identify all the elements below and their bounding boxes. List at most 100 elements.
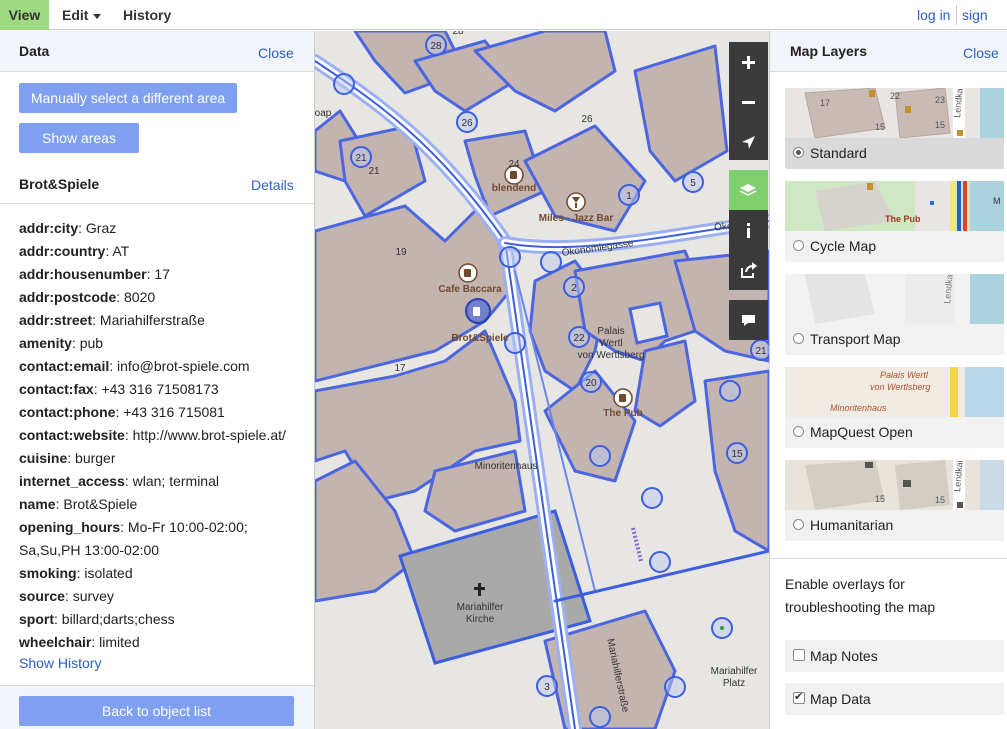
tag-row: source: survey <box>19 588 114 604</box>
map-label-minoritenhaus: Minoritenhaus <box>475 461 538 472</box>
layer-label: Cycle Map <box>810 238 877 254</box>
caret-down-icon <box>93 13 102 19</box>
view-tab[interactable]: View <box>0 0 49 30</box>
layer-humanitarian[interactable]: 15 15 Lendkai Humanitarian <box>785 460 1004 541</box>
add-note-button[interactable] <box>729 300 768 340</box>
map-layers-title: Map Layers <box>790 43 868 59</box>
zoom-in-button[interactable] <box>729 42 768 82</box>
layer-radio[interactable] <box>793 426 804 437</box>
tag-value: +43 316 715081 <box>123 404 225 420</box>
layer-radio[interactable] <box>793 333 804 344</box>
layer-radio[interactable] <box>793 147 804 158</box>
layer-cycle-map[interactable]: The Pub M Cycle Map <box>785 181 1004 262</box>
map-label-brot-spiele: Brot&Spiele <box>451 333 509 344</box>
tag-row: smoking: isolated <box>19 565 133 581</box>
map-label-platz: Mariahilfer <box>711 666 758 677</box>
tag-row: contact:fax: +43 316 71508173 <box>19 381 219 397</box>
map-key-button[interactable] <box>729 210 768 250</box>
tag-key: name <box>19 496 56 512</box>
zoom-out-button[interactable] <box>729 82 768 122</box>
layers-icon <box>740 184 757 196</box>
show-history-link[interactable]: Show History <box>19 655 101 671</box>
house-number: 28 <box>430 41 442 52</box>
data-sidebar-footer: Back to object list <box>0 685 314 729</box>
layer-radio[interactable] <box>793 519 804 530</box>
feature-name: Brot&Spiele <box>19 176 100 192</box>
layer-radio[interactable] <box>793 240 804 251</box>
map-rendering: 28 26 26 24 21 21 19 17 1 5 2 22 20 15 2… <box>315 31 769 729</box>
data-sidebar-close-link[interactable]: Close <box>258 45 294 61</box>
tag-key: contact:email <box>19 358 110 374</box>
house-number: 20 <box>585 378 597 389</box>
tag-row: contact:email: info@brot-spiele.com <box>19 358 250 374</box>
signup-link[interactable]: sign up <box>962 0 1007 53</box>
plus-icon <box>742 56 755 69</box>
tag-key: wheelchair <box>19 634 92 650</box>
house-number: 26 <box>461 118 473 129</box>
history-tab[interactable]: History <box>123 0 171 30</box>
overlay-map-notes[interactable]: Map Notes <box>785 640 1004 672</box>
tag-key: addr:street <box>19 312 93 328</box>
tag-key: cuisine <box>19 450 68 466</box>
tag-row: opening_hours: Mo-Fr 10:00-02:00; <box>19 519 248 535</box>
tag-key: addr:country <box>19 243 106 259</box>
layer-transport-map[interactable]: Lendkai Transport Map <box>785 274 1004 355</box>
map-label-palais: Wertl <box>599 338 622 349</box>
login-link[interactable]: log in <box>917 0 950 30</box>
layer-thumbnail: 15 15 Lendkai <box>785 460 1004 510</box>
map-data-checkbox[interactable] <box>793 690 805 704</box>
tag-value: burger <box>75 450 116 466</box>
tag-row: sport: billard;darts;chess <box>19 611 175 627</box>
tag-value: +43 316 71508173 <box>101 381 219 397</box>
back-to-object-list-button[interactable]: Back to object list <box>19 696 294 726</box>
map-label-kirche: Mariahilfer <box>457 602 504 613</box>
thumb-label: The Pub <box>885 214 921 224</box>
tag-key: addr:postcode <box>19 289 117 305</box>
layer-standard[interactable]: 17 22 23 15 15 Lendkai Standard <box>785 88 1004 169</box>
select-area-button[interactable]: Manually select a different area <box>19 83 237 113</box>
thumb-label: Palais Wertl <box>880 370 929 380</box>
edit-menu[interactable]: Edit <box>62 0 102 30</box>
tag-row: Sa,Su,PH 13:00-02:00 <box>19 539 304 562</box>
tag-row: contact:phone: +43 316 715081 <box>19 404 225 420</box>
map-layers-close-link[interactable]: Close <box>963 45 999 61</box>
share-button[interactable] <box>729 250 768 290</box>
tag-row: contact:website: http://www.brot-spiele.… <box>19 427 286 443</box>
house-number: 19 <box>395 247 407 258</box>
feature-details-link[interactable]: Details <box>251 177 294 193</box>
house-number: 17 <box>394 363 406 374</box>
tag-key: sport <box>19 611 54 627</box>
thumb-label: Minoritenhaus <box>830 403 887 413</box>
house-number: 24 <box>508 159 520 170</box>
tag-key: smoking <box>19 565 77 581</box>
map-canvas[interactable]: 28 26 26 24 21 21 19 17 1 5 2 22 20 15 2… <box>315 31 769 729</box>
layer-label: Humanitarian <box>810 517 894 533</box>
tag-row: wheelchair: limited <box>19 634 140 650</box>
tag-key: contact:website <box>19 427 125 443</box>
tag-value: 17 <box>154 266 170 282</box>
map-label-kirche: Kirche <box>466 614 495 625</box>
house-number: 28 <box>452 31 464 37</box>
map-label-cafe-baccara: Cafe Baccara <box>438 284 502 295</box>
layer-thumbnail: Palais Wertl von Wertlsberg Minoritenhau… <box>785 367 1004 417</box>
layer-mapquest-open[interactable]: Palais Wertl von Wertlsberg Minoritenhau… <box>785 367 1004 448</box>
auth-divider <box>956 5 957 25</box>
map-notes-checkbox[interactable] <box>793 649 805 661</box>
house-number: 21 <box>368 166 380 177</box>
layers-button[interactable] <box>729 170 768 210</box>
overlay-description: Enable overlays for troubleshooting the … <box>785 576 936 615</box>
thumb-label: 15 <box>875 494 885 504</box>
tag-value: Mariahilferstraße <box>99 312 205 328</box>
overlay-label: Map Data <box>810 691 871 707</box>
tag-row: internet_access: wlan; terminal <box>19 473 219 489</box>
locate-button[interactable] <box>729 122 768 160</box>
tag-row: amenity: pub <box>19 335 104 351</box>
overlay-label: Map Notes <box>810 648 878 664</box>
tag-value: info@brot-spiele.com <box>117 358 250 374</box>
overlay-map-data[interactable]: Map Data <box>785 683 1004 715</box>
map-label-palais: Palais <box>597 326 624 337</box>
house-number: 1 <box>626 191 632 202</box>
house-number: 22 <box>573 333 585 344</box>
show-areas-button[interactable]: Show areas <box>19 123 139 153</box>
info-icon <box>747 223 750 238</box>
